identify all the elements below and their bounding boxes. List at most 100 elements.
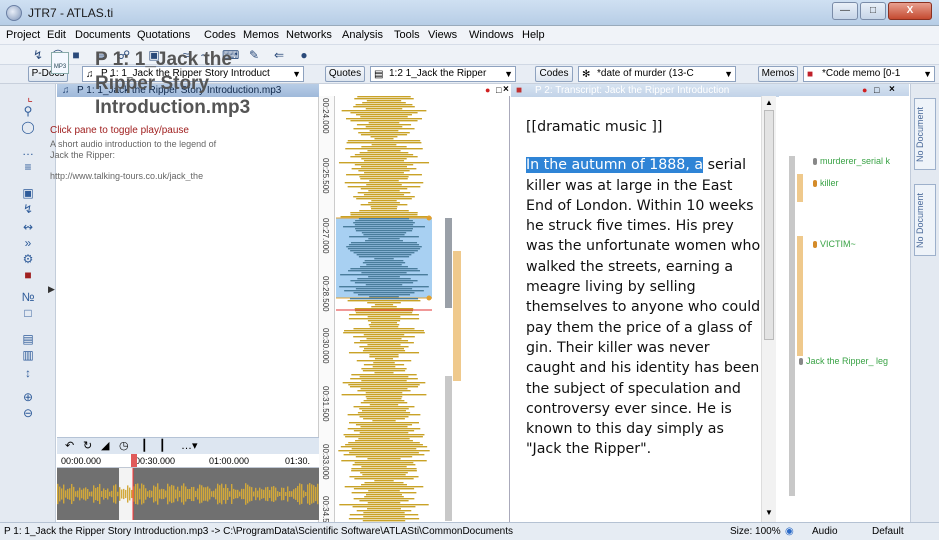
transcript-scrollbar[interactable]: ▲ ▼ — [761, 96, 776, 522]
menu-networks[interactable]: Networks — [286, 29, 332, 41]
arrows-icon[interactable]: » — [20, 236, 36, 250]
filter-icon[interactable]: ↯ — [20, 202, 36, 216]
close-button[interactable]: X — [888, 2, 932, 20]
memo-tool-icon[interactable]: ■ — [20, 268, 36, 282]
maximize-button[interactable]: □ — [860, 2, 886, 20]
restore-pane-icon[interactable]: □ — [874, 85, 879, 95]
tools-icon[interactable]: ● — [296, 48, 312, 62]
menu-memos[interactable]: Memos — [243, 29, 279, 41]
waveform-sample — [368, 276, 400, 278]
overview-sample — [293, 489, 295, 499]
codes-dropdown[interactable]: ✻ *date of murder (13-C ▼ — [578, 66, 736, 82]
set-start-icon[interactable]: ┃ — [141, 439, 148, 452]
quotes-button[interactable]: Quotes — [325, 66, 365, 82]
selected-quotation[interactable]: In the autumn of 1888, a — [526, 157, 704, 174]
overview-sample — [271, 486, 273, 502]
waveform-sample — [350, 156, 418, 158]
overview-sample — [65, 490, 67, 498]
code-icon: ✻ — [582, 69, 591, 80]
zoom-globe-icon[interactable]: ◉ — [785, 523, 794, 540]
minimize-button[interactable]: — — [832, 2, 858, 20]
menu-help[interactable]: Help — [522, 29, 545, 41]
menu-codes[interactable]: Codes — [204, 29, 236, 41]
waveform-sample — [347, 300, 421, 302]
overview-waveform[interactable] — [57, 468, 319, 520]
close-pane-icon[interactable]: × — [503, 84, 509, 95]
code-in-vivo-icon[interactable]: ▣ — [20, 186, 36, 200]
menu-tools[interactable]: Tools — [394, 29, 420, 41]
code-label[interactable]: VICTIM~ — [813, 239, 856, 249]
menu-analysis[interactable]: Analysis — [342, 29, 383, 41]
waveform-pane[interactable]: 00:24.000 00:25.500 00:27.000 00:28.500 … — [319, 96, 432, 527]
back-arrow-icon[interactable]: ⇐ — [271, 48, 287, 62]
quote-bracket[interactable] — [453, 251, 461, 381]
scroll-up-icon[interactable]: ▲ — [765, 98, 773, 107]
line-spacing-icon[interactable]: … — [20, 144, 36, 158]
pane-split-icon[interactable]: ▤ — [20, 332, 36, 346]
close-pane-icon[interactable]: × — [889, 84, 895, 95]
text-margin-icon[interactable]: ≡ — [20, 160, 36, 174]
volume-icon[interactable]: ◢ — [101, 439, 109, 452]
link-icon[interactable]: ↭ — [20, 220, 36, 234]
zoom-tool-icon[interactable]: ⚲ — [20, 104, 36, 118]
waveform-sample — [357, 96, 411, 98]
lasso-icon[interactable]: ◯ — [20, 120, 36, 134]
code-label[interactable]: killer — [813, 178, 839, 188]
menu-windows[interactable]: Windows — [469, 29, 514, 41]
menu-quotations[interactable]: Quotations — [137, 29, 190, 41]
rewind-icon[interactable]: ↶ — [65, 439, 74, 452]
chevron-down-icon: ▼ — [504, 69, 513, 79]
set-end-icon[interactable]: ┃ — [159, 439, 166, 452]
waveform-sample — [357, 390, 411, 392]
sync-icon[interactable]: ↕ — [20, 366, 36, 380]
new-project-icon[interactable]: ↯ — [30, 48, 46, 62]
scroll-thumb[interactable] — [764, 110, 774, 340]
loop-icon[interactable]: ↻ — [83, 439, 92, 452]
save-icon[interactable]: ■ — [68, 48, 84, 62]
zoom-in-icon[interactable]: ⊕ — [20, 390, 36, 404]
status-media: Audio — [812, 526, 838, 537]
no-document-tab[interactable]: No Document — [914, 98, 936, 170]
no-document-tab[interactable]: No Document — [914, 184, 936, 256]
quote-bracket[interactable] — [789, 156, 795, 496]
scroll-down-icon[interactable]: ▼ — [765, 508, 773, 517]
waveform-sample — [366, 264, 402, 266]
p2-code-margin[interactable]: murderer_serial k killer VICTIM~ Jack th… — [779, 96, 909, 522]
margin-toggle-icon[interactable]: □ — [20, 306, 36, 320]
overview-sample — [121, 489, 123, 499]
codes-button[interactable]: Codes — [535, 66, 573, 82]
more-options-icon[interactable]: …▾ — [181, 439, 198, 452]
speed-icon[interactable]: ◷ — [119, 439, 129, 452]
menu-documents[interactable]: Documents — [75, 29, 131, 41]
transcript-text[interactable]: [[dramatic music ]] In the autumn of 188… — [526, 117, 761, 460]
playhead-marker[interactable] — [131, 454, 137, 467]
quote-bracket[interactable] — [797, 174, 803, 202]
overview-sample — [153, 485, 155, 503]
audio-timeline[interactable]: 00:00.000 00:30.000 01:00.000 01:30. — [57, 454, 319, 468]
source-url[interactable]: http://www.talking-tours.co.uk/jack_the — [50, 171, 258, 181]
code-label[interactable]: Jack the Ripper_ leg — [799, 356, 888, 366]
numbering-icon[interactable]: № — [20, 290, 36, 304]
memos-dropdown[interactable]: ■ *Code memo [0-1 ▼ — [803, 66, 935, 82]
overview-sample — [299, 483, 301, 505]
expand-arrow-icon[interactable]: ▶ — [48, 284, 55, 295]
memos-button[interactable]: Memos — [758, 66, 798, 82]
menu-project[interactable]: Project — [6, 29, 40, 41]
menu-edit[interactable]: Edit — [47, 29, 66, 41]
pane-layout-icon[interactable]: ▥ — [20, 348, 36, 362]
corner-marker-icon[interactable]: ⌞ — [22, 90, 38, 104]
code-label[interactable]: murderer_serial k — [813, 156, 890, 166]
quote-bracket[interactable] — [445, 218, 452, 308]
menu-views[interactable]: Views — [428, 29, 457, 41]
zoom-out-icon[interactable]: ⊖ — [20, 406, 36, 420]
overview-sample — [251, 487, 253, 501]
quote-bracket[interactable] — [445, 376, 452, 521]
waveform-sample — [350, 242, 418, 244]
restore-pane-icon[interactable]: □ — [496, 85, 501, 95]
waveform-sample — [348, 270, 420, 272]
waveform-sample — [354, 224, 414, 226]
gear-icon[interactable]: ⚙ — [20, 252, 36, 266]
p1-code-margin[interactable] — [433, 96, 510, 522]
quotes-dropdown[interactable]: ▤ 1:2 1_Jack the Ripper ▼ — [370, 66, 516, 82]
quote-bracket[interactable] — [797, 236, 803, 356]
